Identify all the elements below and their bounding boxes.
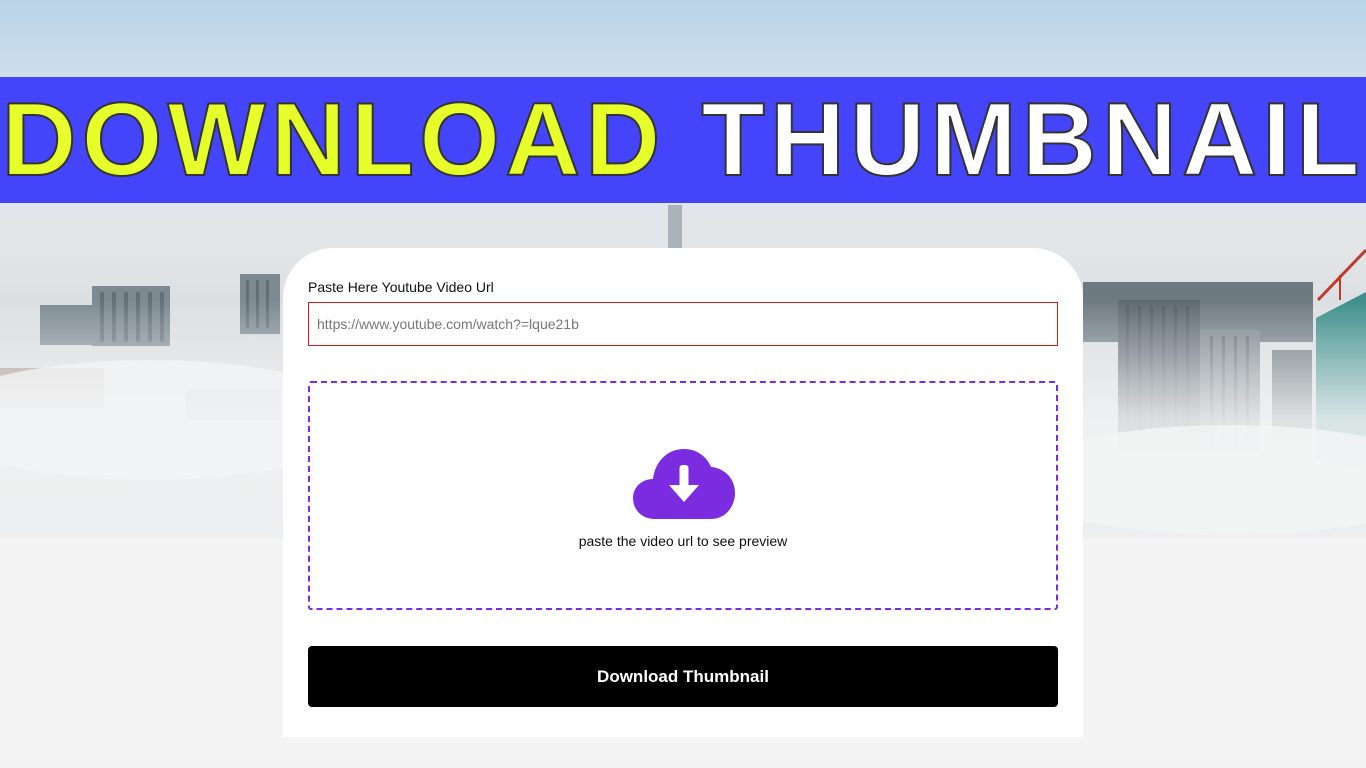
banner-title-thumbnail: THUMBNAIL [700,82,1365,198]
cloud-download-icon [633,449,735,519]
banner-title-download: DOWNLOAD [0,82,666,198]
preview-area: paste the video url to see preview [308,381,1058,610]
title-banner: DOWNLOAD THUMBNAIL [0,77,1366,203]
download-thumbnail-button[interactable]: Download Thumbnail [308,646,1058,707]
url-label: Paste Here Youtube Video Url [308,279,494,295]
form-card: Paste Here Youtube Video Url paste the v… [283,248,1083,737]
preview-message: paste the video url to see preview [578,533,788,549]
url-input[interactable] [308,302,1058,346]
